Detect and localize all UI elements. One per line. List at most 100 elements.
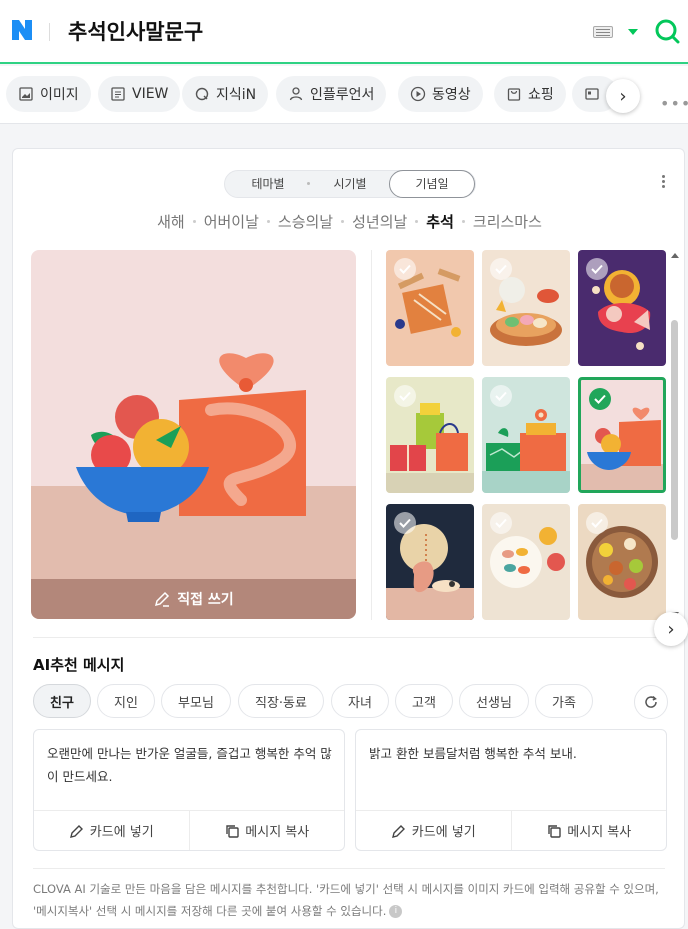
occasion-list: 새해 어버이날 스승의날 성년의날 추석 크리스마스: [13, 211, 686, 232]
card-thumbnail[interactable]: [578, 250, 666, 366]
news-icon: [585, 88, 599, 100]
tab-shopping[interactable]: 쇼핑: [494, 76, 566, 112]
tab-label: VIEW: [132, 86, 169, 102]
chip-teacher[interactable]: 선생님: [459, 684, 529, 718]
select-check-icon[interactable]: [394, 512, 416, 534]
refresh-icon: [645, 695, 657, 708]
copy-message-button[interactable]: 메시지 복사: [188, 811, 345, 850]
more-options-icon[interactable]: [662, 175, 665, 178]
search-icon[interactable]: [654, 18, 680, 44]
divider: [33, 637, 665, 638]
occasion-parents-day[interactable]: 어버이날: [204, 211, 259, 232]
divider: [33, 868, 665, 869]
tabs-next-button[interactable]: ›: [606, 79, 640, 113]
select-check-icon[interactable]: [394, 258, 416, 280]
message-card: 밝고 환한 보름달처럼 행복한 추석 보내. 카드에 넣기 메시지 복사: [355, 729, 667, 851]
header-divider: [49, 23, 50, 41]
card-preview[interactable]: 직접 쓰기: [31, 250, 356, 619]
copy-icon: [226, 824, 239, 838]
keyboard-icon[interactable]: [593, 26, 613, 38]
copy-icon: [548, 824, 561, 838]
card-thumbnail[interactable]: [386, 377, 474, 493]
more-icon[interactable]: •••: [660, 94, 688, 113]
tab-label: 지식iN: [216, 87, 257, 103]
tab-label: 동영상: [432, 87, 471, 103]
naver-logo-icon[interactable]: [10, 18, 34, 42]
info-icon[interactable]: i: [389, 905, 403, 918]
occasion-coming-of-age-day[interactable]: 성년의날: [352, 211, 407, 232]
card-thumbnail[interactable]: [386, 250, 474, 366]
segment-season[interactable]: 시기별: [317, 171, 383, 197]
ai-message-title: AI추천 메시지: [33, 656, 125, 674]
message-text: 오랜만에 만나는 반가운 얼굴들, 즐겁고 행복한 추억 많이 만드세요.: [47, 746, 332, 784]
occasion-teachers-day[interactable]: 스승의날: [278, 211, 333, 232]
search-tabs: 이미지 VIEW 지식iN 인플루언서 동영상 쇼핑 › •••: [0, 66, 688, 124]
messages-next-button[interactable]: ›: [654, 612, 688, 646]
card-thumbnail[interactable]: [578, 504, 666, 620]
chip-family[interactable]: 가족: [535, 684, 593, 718]
category-segment: 테마별 시기별 기념일: [224, 170, 476, 198]
card-thumbnail[interactable]: [482, 377, 570, 493]
ai-footnote: CLOVA AI 기술로 만든 마음을 담은 메시지를 추천합니다. '카드에 …: [33, 878, 673, 922]
footnote-text: CLOVA AI 기술로 만든 마음을 담은 메시지를 추천합니다. '카드에 …: [33, 882, 659, 918]
tab-image[interactable]: 이미지: [6, 76, 91, 112]
thumbnail-scrollbar[interactable]: [668, 250, 682, 620]
tab-label: 쇼핑: [528, 87, 554, 103]
greeting-card-panel: 테마별 시기별 기념일 새해 어버이날 스승의날 성년의날 추석 크리스마스 직접 쓰기: [12, 148, 685, 929]
insert-label: 카드에 넣기: [411, 825, 476, 840]
tab-kin[interactable]: 지식iN: [182, 76, 269, 112]
chip-customer[interactable]: 고객: [395, 684, 453, 718]
segment-anniversary[interactable]: 기념일: [389, 170, 475, 198]
person-icon: [289, 87, 303, 101]
card-thumbnail-selected[interactable]: [578, 377, 666, 493]
copy-message-button[interactable]: 메시지 복사: [510, 811, 667, 850]
selected-check-icon[interactable]: [589, 388, 611, 410]
copy-label: 메시지 복사: [245, 825, 310, 840]
card-thumbnail[interactable]: [386, 504, 474, 620]
tab-view[interactable]: VIEW: [98, 76, 181, 112]
card-thumbnail[interactable]: [482, 250, 570, 366]
refresh-button[interactable]: [634, 685, 668, 719]
chip-coworker[interactable]: 직장·동료: [238, 684, 324, 718]
select-check-icon[interactable]: [490, 385, 512, 407]
q-icon: [195, 87, 209, 101]
select-check-icon[interactable]: [586, 512, 608, 534]
message-text: 밝고 환한 보름달처럼 행복한 추석 보내.: [369, 746, 577, 761]
chip-parents[interactable]: 부모님: [161, 684, 231, 718]
card-thumbnail[interactable]: [482, 504, 570, 620]
select-check-icon[interactable]: [490, 258, 512, 280]
select-check-icon[interactable]: [586, 258, 608, 280]
search-header: 추석인사말문구: [0, 0, 688, 64]
pencil-icon: [155, 591, 170, 607]
select-check-icon[interactable]: [490, 512, 512, 534]
chevron-down-icon[interactable]: [628, 29, 638, 35]
message-card: 오랜만에 만나는 반가운 얼굴들, 즐겁고 행복한 추억 많이 만드세요. 카드…: [33, 729, 345, 851]
play-icon: [410, 86, 426, 102]
tab-video[interactable]: 동영상: [398, 76, 483, 112]
tab-influencer[interactable]: 인플루언서: [276, 76, 387, 112]
scrollbar-thumb[interactable]: [671, 320, 678, 540]
bag-icon: [507, 88, 521, 101]
divider: [371, 250, 372, 620]
segment-separator: [307, 182, 310, 185]
image-icon: [19, 87, 33, 101]
write-directly-button[interactable]: 직접 쓰기: [31, 579, 356, 619]
insert-to-card-button[interactable]: 카드에 넣기: [356, 811, 511, 850]
select-check-icon[interactable]: [394, 385, 416, 407]
occasion-christmas[interactable]: 크리스마스: [473, 211, 542, 232]
occasion-chuseok[interactable]: 추석: [426, 211, 454, 232]
search-query[interactable]: 추석인사말문구: [68, 16, 203, 46]
insert-to-card-button[interactable]: 카드에 넣기: [34, 811, 189, 850]
write-label: 직접 쓰기: [177, 592, 234, 608]
tab-label: 이미지: [40, 87, 79, 103]
chip-acquaintance[interactable]: 지인: [97, 684, 155, 718]
tab-label: 인플루언서: [310, 87, 375, 103]
chip-friend[interactable]: 친구: [33, 684, 91, 718]
chip-children[interactable]: 자녀: [331, 684, 389, 718]
occasion-new-year[interactable]: 새해: [157, 211, 185, 232]
segment-theme[interactable]: 테마별: [235, 171, 301, 197]
insert-label: 카드에 넣기: [89, 825, 154, 840]
copy-label: 메시지 복사: [567, 825, 632, 840]
pencil-icon: [69, 824, 83, 838]
chuseok-gift-illustration: [76, 353, 306, 522]
